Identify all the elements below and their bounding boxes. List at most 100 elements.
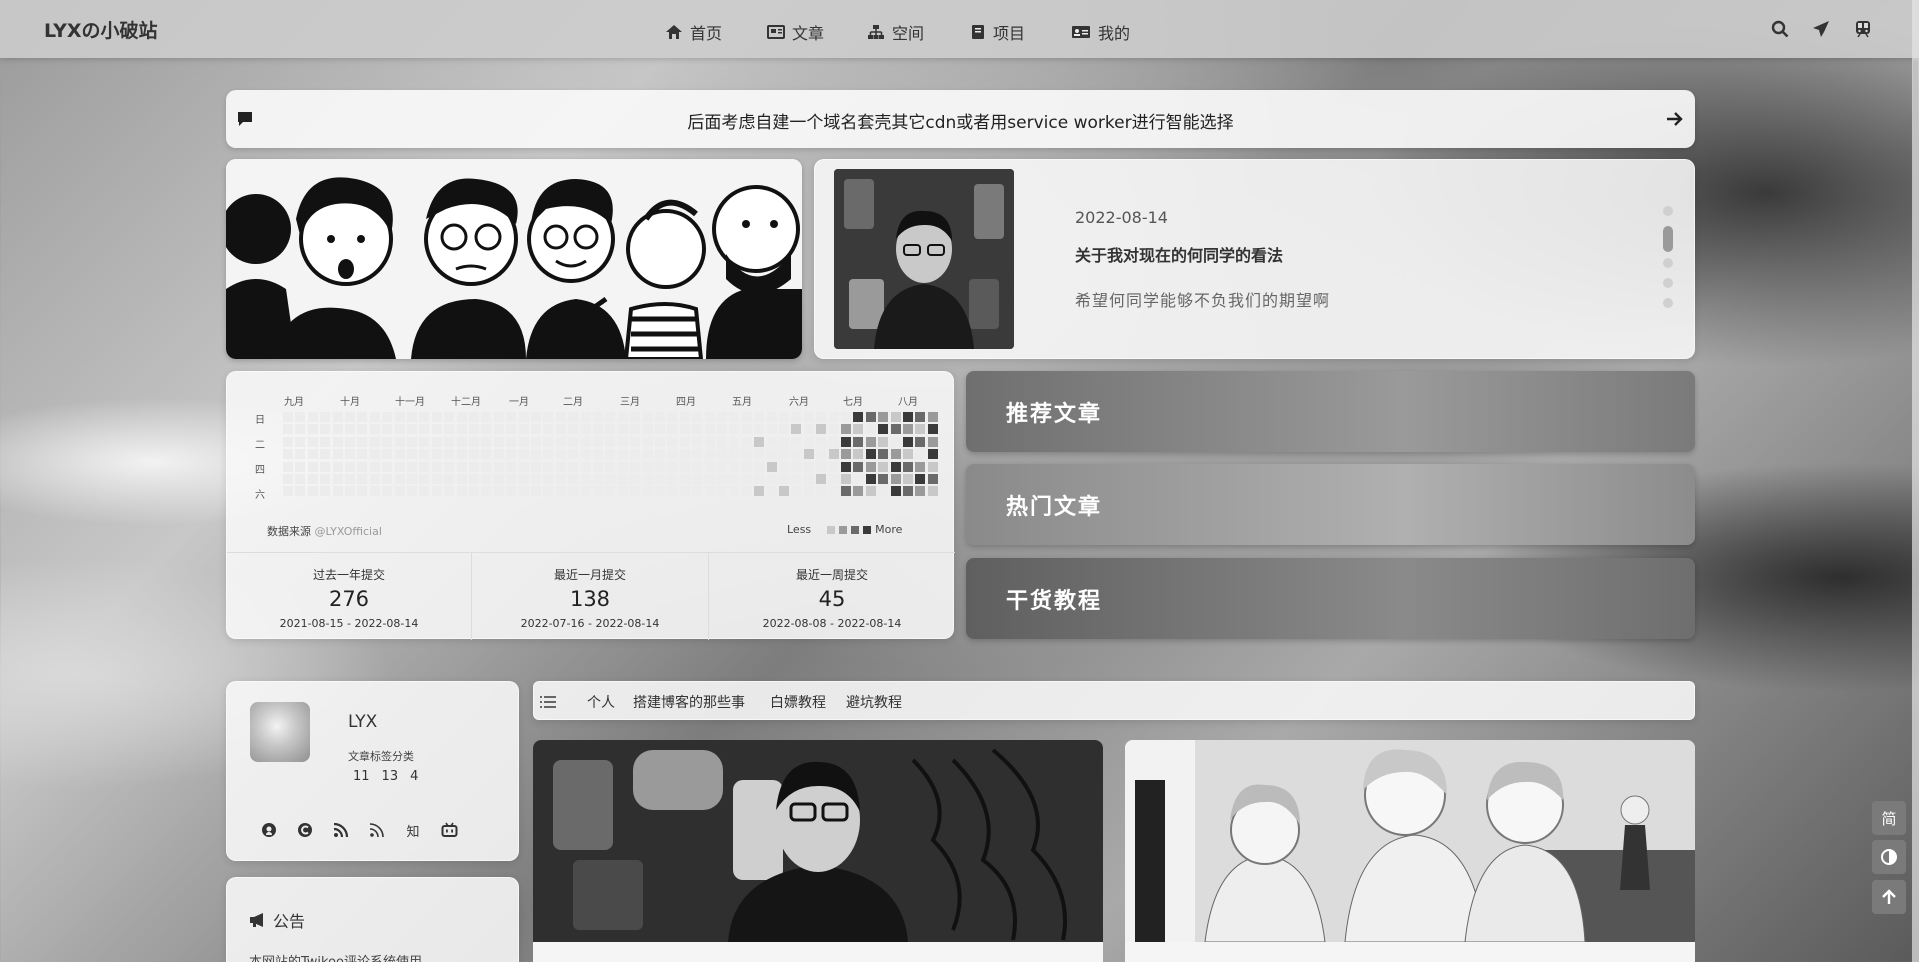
contribution-day[interactable] (841, 424, 851, 435)
contribution-day[interactable] (456, 486, 467, 497)
contribution-day[interactable] (320, 474, 331, 484)
contribution-day[interactable] (754, 412, 765, 422)
contribution-day[interactable] (283, 424, 293, 435)
contribution-day[interactable] (506, 424, 517, 435)
back-to-top-button[interactable] (1872, 880, 1906, 914)
contribution-day[interactable] (915, 461, 926, 472)
notice-bar[interactable]: 后面考虑自建一个域名套壳其它cdn或者用service worker进行智能选择 (226, 90, 1695, 148)
contribution-day[interactable] (766, 474, 777, 484)
contribution-day[interactable] (729, 486, 740, 497)
contribution-day[interactable] (605, 474, 616, 484)
contribution-day[interactable] (518, 424, 529, 435)
nav-mine[interactable]: 我的 (1071, 20, 1130, 44)
contribution-day[interactable] (865, 461, 876, 472)
contribution-day[interactable] (320, 436, 331, 447)
contribution-day[interactable] (332, 424, 343, 435)
contribution-day[interactable] (369, 424, 380, 435)
contribution-day[interactable] (283, 412, 293, 422)
contribution-day[interactable] (754, 436, 765, 447)
contribution-day[interactable] (630, 486, 641, 497)
contribution-day[interactable] (407, 461, 417, 472)
swiper-post-image[interactable] (834, 169, 1014, 349)
contribution-day[interactable] (531, 486, 541, 497)
contribution-day[interactable] (593, 486, 603, 497)
contribution-day[interactable] (580, 424, 591, 435)
contribution-day[interactable] (667, 436, 678, 447)
contribution-day[interactable] (927, 474, 938, 484)
contribution-day[interactable] (543, 461, 554, 472)
contribution-day[interactable] (766, 486, 777, 497)
swiper-dot[interactable] (1663, 206, 1673, 216)
category-count[interactable]: 4 (410, 769, 418, 784)
contribution-day[interactable] (493, 461, 504, 472)
contribution-day[interactable] (729, 436, 740, 447)
contribution-day[interactable] (679, 449, 690, 460)
contribution-day[interactable] (593, 424, 603, 435)
contribution-day[interactable] (493, 412, 504, 422)
swiper-dot-active[interactable] (1663, 226, 1673, 252)
contribution-day[interactable] (419, 412, 430, 422)
contribution-day[interactable] (704, 461, 715, 472)
contribution-day[interactable] (617, 412, 628, 422)
contribution-day[interactable] (890, 486, 901, 497)
contribution-day[interactable] (779, 424, 789, 435)
contribution-day[interactable] (506, 486, 517, 497)
contribution-day[interactable] (630, 424, 641, 435)
contribution-day[interactable] (816, 449, 827, 460)
contribution-day[interactable] (345, 474, 355, 484)
search-button[interactable] (1769, 18, 1791, 40)
contribution-day[interactable] (729, 461, 740, 472)
contribution-day[interactable] (865, 436, 876, 447)
contribution-day[interactable] (692, 424, 703, 435)
contribution-day[interactable] (741, 461, 752, 472)
contribution-day[interactable] (692, 486, 703, 497)
category-hot[interactable]: 热门文章 (966, 464, 1695, 545)
contribution-day[interactable] (469, 412, 479, 422)
contribution-day[interactable] (679, 474, 690, 484)
contribution-day[interactable] (481, 436, 492, 447)
contribution-day[interactable] (518, 412, 529, 422)
contribution-day[interactable] (531, 436, 541, 447)
tag-pitfalls[interactable]: 避坑教程 (846, 692, 902, 712)
contribution-day[interactable] (357, 449, 368, 460)
contribution-day[interactable] (717, 436, 727, 447)
swiper-post-title[interactable]: 关于我对现在的何同学的看法 (1075, 242, 1283, 266)
contribution-day[interactable] (642, 474, 653, 484)
contribution-day[interactable] (456, 412, 467, 422)
contribution-day[interactable] (357, 436, 368, 447)
contribution-day[interactable] (469, 424, 479, 435)
subway-button[interactable] (1852, 18, 1874, 40)
contribution-day[interactable] (828, 461, 839, 472)
contribution-day[interactable] (766, 412, 777, 422)
contribution-day[interactable] (431, 449, 442, 460)
contribution-day[interactable] (568, 424, 579, 435)
contribution-day[interactable] (679, 412, 690, 422)
contribution-day[interactable] (667, 424, 678, 435)
contribution-day[interactable] (754, 486, 765, 497)
contribution-day[interactable] (828, 412, 839, 422)
contribution-day[interactable] (617, 486, 628, 497)
contribution-day[interactable] (717, 461, 727, 472)
scrollbar-thumb[interactable] (1913, 60, 1918, 260)
contribution-day[interactable] (320, 449, 331, 460)
contribution-day[interactable] (394, 412, 405, 422)
contribution-day[interactable] (345, 486, 355, 497)
contribution-day[interactable] (456, 474, 467, 484)
contribution-day[interactable] (791, 412, 802, 422)
contribution-day[interactable] (927, 461, 938, 472)
contribution-day[interactable] (345, 436, 355, 447)
contribution-day[interactable] (307, 486, 318, 497)
contribution-day[interactable] (791, 474, 802, 484)
contribution-day[interactable] (320, 412, 331, 422)
contribution-day[interactable] (667, 412, 678, 422)
contribution-day[interactable] (766, 449, 777, 460)
contribution-day[interactable] (593, 474, 603, 484)
contribution-day[interactable] (791, 461, 802, 472)
contribution-day[interactable] (717, 474, 727, 484)
contribution-day[interactable] (593, 449, 603, 460)
contribution-day[interactable] (332, 486, 343, 497)
contribution-day[interactable] (568, 436, 579, 447)
article-count[interactable]: 11 (353, 769, 370, 784)
contribution-day[interactable] (407, 474, 417, 484)
contribution-day[interactable] (841, 449, 851, 460)
